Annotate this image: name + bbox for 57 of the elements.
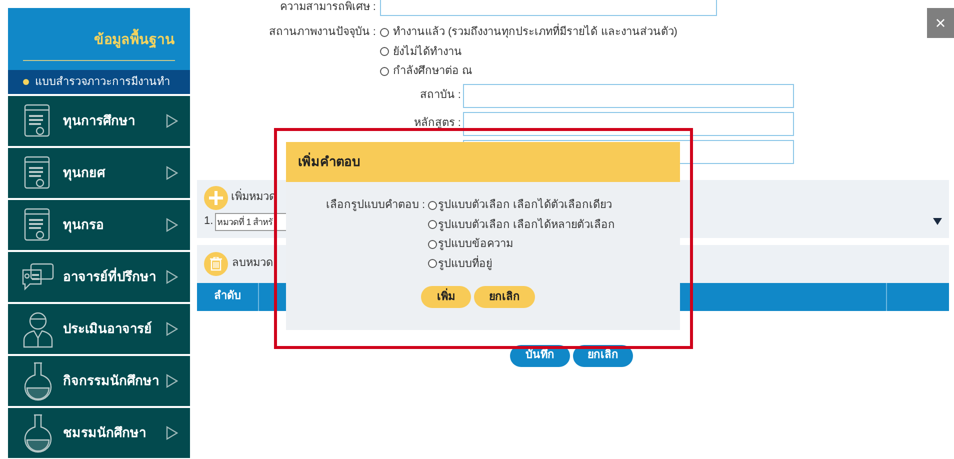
option-label: รูปแบบที่อยู่ — [438, 256, 492, 272]
sidebar-title: ข้อมูลพื้นฐาน — [23, 29, 175, 61]
item-label: อาจารย์ที่ปรึกษา — [63, 267, 157, 286]
item-label: ชมรมนักศึกษา — [63, 424, 147, 442]
field-label: ความสามารถพิเศษ : — [278, 0, 377, 14]
field-label: สถานภาพงานปัจจุบัน : — [268, 25, 377, 40]
column-header: ลำดับ — [197, 282, 259, 310]
dialog-title: เพิ่มคำตอบ — [298, 152, 360, 172]
row-number: 1. — [204, 214, 214, 230]
field-label: เลือกรูปแบบคำตอบ : — [326, 198, 426, 213]
option-label: ยังไม่ได้ทำงาน — [393, 44, 462, 60]
dropdown-arrow-icon[interactable] — [933, 218, 942, 225]
triangle-icon — [166, 426, 178, 440]
option-label: รูปแบบตัวเลือก เลือกได้หลายตัวเลือก — [438, 217, 616, 233]
sidebar-item[interactable]: กิจกรรมนักศึกษา — [8, 356, 190, 406]
bullet-icon — [23, 79, 29, 85]
option-label: ทำงานแล้ว (รวมถึงงานทุกประเภทที่มีรายได้ และงานส่วนตัว) — [393, 24, 678, 40]
triangle-icon — [166, 218, 178, 232]
triangle-icon — [166, 114, 178, 128]
radio-button[interactable] — [428, 240, 438, 249]
delete-category-label: ลบหมวด — [232, 256, 273, 272]
person-icon — [21, 310, 55, 348]
item-label: ทุนกรอ — [63, 216, 105, 235]
radio-button[interactable] — [428, 259, 438, 268]
skills-field[interactable] — [380, 0, 717, 16]
triangle-icon — [166, 374, 178, 388]
sidebar-item[interactable]: ชมรมนักศึกษา — [8, 408, 190, 458]
dialog-button[interactable]: ยกเลิก — [474, 286, 535, 308]
sidebar-item[interactable]: อาจารย์ที่ปรึกษา — [8, 252, 190, 302]
text-field[interactable] — [463, 112, 794, 136]
sidebar-item[interactable]: ประเมินอาจารย์ — [8, 304, 190, 354]
radio-button[interactable] — [380, 66, 389, 76]
sidebar-item[interactable]: ทุนกยศ — [8, 148, 190, 198]
option-label: รูปแบบข้อความ — [438, 237, 514, 252]
sidebar-item[interactable]: ทุนกรอ — [8, 200, 190, 250]
item-label: กิจกรรมนักศึกษา — [63, 372, 160, 390]
dialog-button[interactable]: เพิ่ม — [421, 286, 471, 308]
field-label: หลักสูตร : — [412, 116, 462, 132]
text-field[interactable] — [463, 84, 794, 108]
radio-button[interactable] — [428, 200, 438, 210]
radio-button[interactable] — [380, 28, 389, 37]
close-button[interactable]: × — [927, 8, 954, 38]
radio-button[interactable] — [428, 220, 438, 230]
option-label: รูปแบบตัวเลือก เลือกได้ตัวเลือกเดียว — [438, 197, 612, 213]
item-label: ทุนการศึกษา — [63, 112, 136, 131]
field-label: สถาบัน : — [418, 88, 462, 104]
triangle-icon — [166, 270, 178, 284]
item-label: ประเมินอาจารย์ — [63, 320, 153, 338]
triangle-icon — [166, 322, 178, 336]
option-label: กำลังศึกษาต่อ ณ — [393, 64, 472, 79]
chat-icon — [21, 262, 55, 292]
item-label: ทุนกยศ — [63, 164, 106, 183]
triangle-icon — [166, 166, 178, 180]
subitem-label: แบบสำรวจภาวะการมีงานทำ — [35, 74, 170, 90]
sidebar-item[interactable]: ทุนการศึกษา — [8, 96, 190, 146]
sidebar-subitem[interactable]: แบบสำรวจภาวะการมีงานทำ — [8, 70, 190, 94]
radio-button[interactable] — [380, 47, 389, 56]
